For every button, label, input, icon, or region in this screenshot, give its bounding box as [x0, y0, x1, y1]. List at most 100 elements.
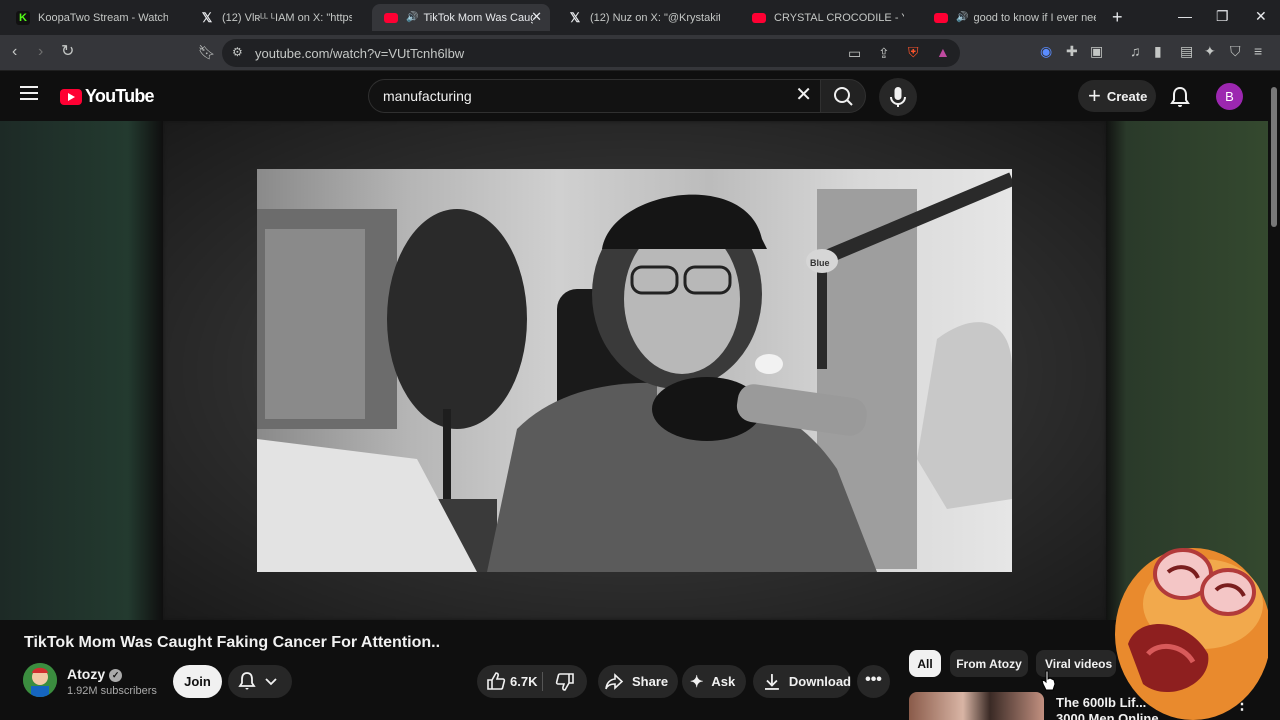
speaker-icon[interactable]: 🔊 [956, 12, 968, 23]
like-divider [542, 672, 543, 691]
site-info-icon[interactable]: ⚙ [232, 45, 243, 59]
like-dislike-group: 6.7K [477, 665, 587, 698]
download-button[interactable]: Download [753, 665, 851, 698]
share-label: Share [632, 674, 669, 689]
video-scene: Blue [257, 172, 1012, 572]
tab-title: TikTok Mom Was Caught Faking Cancer [423, 11, 534, 24]
extensions-puzzle-icon[interactable]: ✚ [1066, 43, 1078, 60]
chip-from-atozy[interactable]: From Atozy [950, 650, 1028, 677]
close-tab-icon[interactable]: ✕ [531, 9, 542, 25]
youtube-play-icon [60, 88, 82, 105]
create-button[interactable]: + Create [1078, 80, 1156, 112]
browser-toolbar: ‹ › ↻ 🔖︎ ⚙ youtube.com/watch?v=VUtTcnh6l… [0, 35, 1280, 71]
clear-search-icon[interactable]: ✕ [795, 85, 812, 105]
wallet-icon[interactable]: ▤ [1180, 43, 1193, 60]
wall-poster-art [265, 229, 365, 419]
account-avatar[interactable]: B [1216, 83, 1243, 110]
chip-all[interactable]: All [909, 650, 941, 677]
channel-avatar-art [23, 663, 57, 697]
extension-icon[interactable]: ◉ [1040, 43, 1052, 60]
restore-icon[interactable]: ❐ [1216, 8, 1229, 25]
bookmark-icon[interactable]: 🔖︎ [198, 43, 216, 61]
x-icon: 𝕏 [569, 9, 581, 25]
youtube-wordmark: YouTube [85, 86, 155, 106]
search-button[interactable] [820, 79, 866, 113]
ask-button[interactable]: ✦ Ask [682, 665, 746, 698]
channel-name[interactable]: Atozy ✓ [67, 666, 123, 682]
channel-name-text[interactable]: Atozy [67, 666, 105, 682]
mic-brand-text: Blue [810, 258, 830, 268]
notifications-bell-icon[interactable] [1170, 86, 1190, 108]
x-icon: 𝕏 [201, 9, 213, 25]
person-hand [917, 322, 1012, 509]
dislike-button[interactable] [555, 672, 575, 695]
more-actions-icon[interactable]: ••• [857, 665, 890, 698]
like-count[interactable]: 6.7K [510, 674, 537, 689]
browser-tab[interactable]: 𝕏 (12) Vlʀᴸᴸ ᴸIAM on X: "https://t [188, 4, 363, 31]
reload-icon[interactable]: ↻ [61, 43, 74, 61]
browser-tab[interactable]: 🔊 good to know if I ever need [922, 4, 1096, 31]
tab-title: CRYSTAL CROCODILE - YouTube [774, 11, 904, 24]
voice-search-button[interactable] [879, 78, 917, 116]
video-title: TikTok Mom Was Caught Faking Cancer For … [24, 634, 441, 651]
cast-icon[interactable]: ▭ [848, 45, 861, 62]
video-frame[interactable]: Blue [257, 169, 1012, 572]
browser-tab[interactable]: CRYSTAL CROCODILE - YouTube [740, 4, 918, 31]
like-button[interactable] [486, 671, 506, 694]
tab-title: (12) Nuz on X: "@Krystakitkat92 [590, 11, 720, 24]
subscription-bell-button[interactable] [228, 665, 292, 698]
browser-tab-active[interactable]: 🔊 TikTok Mom Was Caught Faking Cancer ✕ [372, 4, 550, 31]
leo-ai-icon[interactable]: ✦ [1204, 43, 1216, 60]
kick-icon: K [16, 10, 30, 25]
download-label: Download [788, 674, 851, 689]
speaker-icon[interactable]: 🔊 [406, 12, 418, 23]
person-cap [602, 194, 767, 249]
tab-search-icon[interactable]: ▣ [1090, 43, 1103, 60]
menu-icon[interactable]: ≡ [1254, 43, 1262, 59]
join-button[interactable]: Join [173, 665, 222, 698]
share-page-icon[interactable]: ⇪ [878, 45, 890, 62]
scrollbar-thumb[interactable] [1271, 87, 1277, 227]
minimize-icon[interactable]: — [1178, 8, 1192, 24]
browser-tab[interactable]: K KoopaTwo Stream - Watch Live [4, 4, 178, 31]
address-url[interactable]: youtube.com/watch?v=VUtTcnh6lbw [255, 46, 464, 61]
sidebar-icon[interactable]: ▮ [1154, 43, 1162, 60]
guide-menu-icon[interactable] [20, 86, 38, 100]
thumbs-up-icon [487, 672, 506, 690]
mouse-cursor-icon [1041, 670, 1056, 691]
channel-avatar[interactable] [23, 663, 57, 697]
youtube-masthead: YouTube manufacturing ✕ + Create B [0, 71, 1280, 121]
youtube-icon [934, 12, 948, 23]
sparkle-icon: ✦ [690, 673, 704, 691]
recommendation-thumbnail[interactable] [909, 692, 1044, 720]
tab-title: (12) Vlʀᴸᴸ ᴸIAM on X: "https://t [222, 11, 352, 24]
bell-chevron-icons [238, 672, 277, 690]
tab-title: KoopaTwo Stream - Watch Live [38, 11, 168, 24]
brave-shields-icon[interactable]: ⛨ [908, 44, 919, 61]
new-tab-icon[interactable]: + [1112, 7, 1123, 28]
vpn-icon[interactable]: ⛉ [1230, 43, 1241, 60]
search-input[interactable]: manufacturing ✕ [368, 79, 822, 113]
verified-check-icon: ✓ [109, 669, 123, 682]
toy-duck [755, 354, 783, 374]
close-window-icon[interactable]: ✕ [1255, 8, 1267, 25]
media-icon[interactable]: ♫ [1130, 43, 1141, 59]
search-query[interactable]: manufacturing [383, 88, 472, 104]
browser-tab-strip: K KoopaTwo Stream - Watch Live 𝕏 (12) Vl… [0, 0, 1280, 35]
microphone-icon [890, 87, 906, 107]
youtube-logo[interactable]: YouTube [60, 86, 155, 107]
address-bar[interactable]: ⚙ youtube.com/watch?v=VUtTcnh6lbw ▭ ⇪ ⛨ … [222, 39, 960, 67]
back-icon[interactable]: ‹ [12, 43, 17, 61]
download-icon [764, 673, 779, 690]
browser-tab[interactable]: 𝕏 (12) Nuz on X: "@Krystakitkat92 [556, 4, 732, 31]
subscriber-count: 1.92M subscribers [67, 685, 157, 697]
brave-rewards-icon[interactable]: ▲ [936, 44, 950, 60]
emote-overlay [1115, 548, 1268, 720]
thumbs-down-icon [555, 673, 574, 691]
forward-icon[interactable]: › [38, 43, 43, 61]
plant [387, 209, 527, 429]
share-button[interactable]: Share [598, 665, 678, 698]
page-scrollbar[interactable] [1268, 71, 1280, 720]
video-player[interactable]: Blue [163, 121, 1106, 620]
search-icon [834, 87, 853, 106]
